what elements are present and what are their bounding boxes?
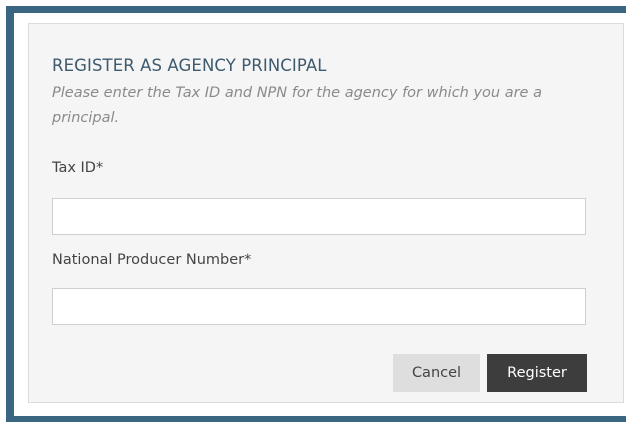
tax-id-input[interactable] <box>52 198 586 235</box>
instructions-text: Please enter the Tax ID and NPN for the … <box>52 85 542 126</box>
dialog-frame: REGISTER AS AGENCY PRINCIPAL Please ente… <box>6 6 626 422</box>
register-button[interactable]: Register <box>487 354 587 392</box>
register-agency-principal-panel: REGISTER AS AGENCY PRINCIPAL Please ente… <box>28 23 624 403</box>
tax-id-label: Tax ID* <box>52 160 104 176</box>
npn-input[interactable] <box>52 288 586 325</box>
npn-label: National Producer Number* <box>52 252 252 268</box>
cancel-button[interactable]: Cancel <box>393 354 480 392</box>
dialog-title: REGISTER AS AGENCY PRINCIPAL <box>52 56 327 75</box>
